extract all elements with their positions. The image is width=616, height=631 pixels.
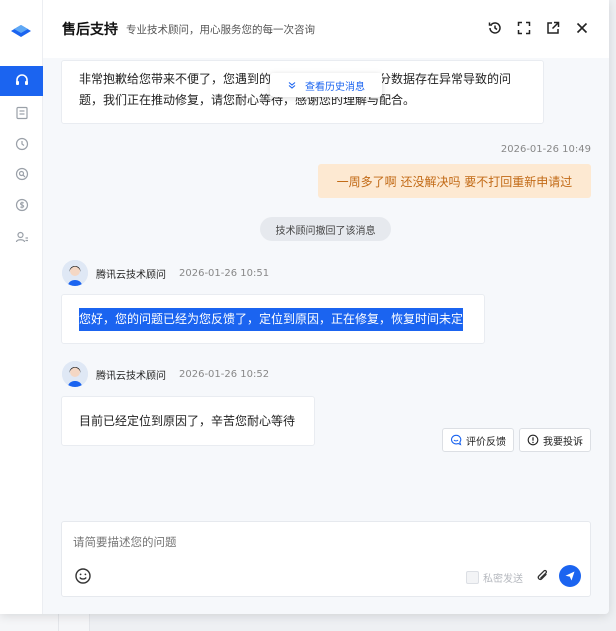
paperclip-icon — [537, 569, 548, 581]
feedback-actions: 评价反馈 我要投诉 — [442, 428, 591, 452]
chat-bubble-icon — [451, 434, 462, 446]
chevron-down-icon — [288, 82, 296, 89]
user-group-icon — [15, 231, 28, 243]
agent-name: 腾讯云技术顾问 — [96, 269, 166, 281]
support-chat-window: 售后支持 专业技术顾问，用心服务您的每一次咨询 非常抱歉给您带来不便了，您遇到的… — [0, 0, 609, 614]
emoji-button[interactable] — [74, 567, 92, 585]
document-icon — [15, 106, 28, 120]
complain-button[interactable]: 我要投诉 — [519, 428, 591, 452]
send-button[interactable] — [559, 565, 581, 587]
agent-message-bubble: 您好，您的问题已经为您反馈了，定位到原因，正在修复，恢复时间未定 — [61, 294, 485, 344]
chat-header: 售后支持 专业技术顾问，用心服务您的每一次咨询 — [43, 0, 609, 58]
message-timestamp: 2026-01-26 10:51 — [179, 267, 270, 279]
message-input[interactable] — [73, 535, 523, 549]
close-button[interactable] — [573, 19, 591, 37]
message-text: 分数据存在异常导致的问 — [379, 72, 512, 86]
popout-icon — [547, 21, 560, 34]
view-history-button[interactable]: 查看历史消息 — [270, 73, 382, 97]
rail-item-search[interactable] — [0, 159, 43, 189]
dollar-icon — [15, 198, 28, 212]
page-title: 售后支持 — [62, 22, 118, 38]
header-actions — [486, 19, 591, 37]
message-text: 您好，您的问题已经为您反馈了，定位到原因，正在修复，恢复时间未定 — [79, 307, 464, 331]
agent-message-bubble: 目前已经定位到原因了，辛苦您耐心等待 — [61, 396, 315, 446]
rail-item-tickets[interactable] — [0, 98, 43, 128]
warning-icon — [527, 434, 539, 446]
search-service-icon — [15, 167, 28, 181]
agent-message-header: 腾讯云技术顾问 2026-01-26 10:52 — [62, 361, 269, 387]
message-timestamp: 2026-01-26 10:52 — [179, 368, 270, 380]
headset-icon — [15, 74, 28, 85]
attach-button[interactable] — [535, 568, 551, 584]
popout-button[interactable] — [544, 19, 562, 37]
agent-message-header: 腾讯云技术顾问 2026-01-26 10:51 — [62, 260, 269, 286]
rate-feedback-button[interactable]: 评价反馈 — [442, 428, 514, 452]
sidebar-rail — [0, 0, 43, 614]
fullscreen-button[interactable] — [515, 19, 533, 37]
history-icon — [15, 137, 28, 151]
rail-item-account[interactable] — [0, 222, 43, 252]
avatar — [62, 260, 88, 286]
message-timestamp: 2026-01-26 10:49 — [500, 144, 591, 155]
message-text: 目前已经定位到原因了，辛苦您耐心等待 — [79, 413, 296, 428]
view-history-label: 查看历史消息 — [305, 81, 365, 93]
tencent-cloud-logo — [9, 20, 33, 40]
private-send-checkbox[interactable] — [466, 571, 479, 584]
recall-notice: 技术顾问撤回了该消息 — [260, 217, 391, 241]
avatar — [62, 361, 88, 387]
history-button[interactable] — [486, 19, 504, 37]
rail-item-billing[interactable] — [0, 190, 43, 220]
rail-item-history[interactable] — [0, 129, 43, 159]
private-send-label: 私密发送 — [483, 574, 523, 585]
message-composer: 私密发送 — [61, 521, 591, 597]
send-icon — [565, 571, 575, 581]
rail-item-support[interactable] — [0, 66, 43, 96]
fullscreen-icon — [517, 21, 531, 35]
message-text: 一周多了啊 还没解决吗 要不打回重新申请过 — [336, 174, 573, 189]
agent-name: 腾讯云技术顾问 — [96, 370, 166, 382]
page-subtitle: 专业技术顾问，用心服务您的每一次咨询 — [126, 23, 315, 36]
close-icon — [576, 22, 588, 34]
message-text: 非常抱歉给您带来不便了，您遇到的 — [79, 72, 272, 86]
private-send-toggle[interactable]: 私密发送 — [466, 570, 523, 585]
emoji-icon — [75, 568, 91, 584]
complain-label: 我要投诉 — [543, 436, 583, 448]
rate-feedback-label: 评价反馈 — [466, 436, 506, 448]
user-message-bubble: 一周多了啊 还没解决吗 要不打回重新申请过 — [318, 164, 591, 198]
history-icon — [488, 22, 501, 34]
